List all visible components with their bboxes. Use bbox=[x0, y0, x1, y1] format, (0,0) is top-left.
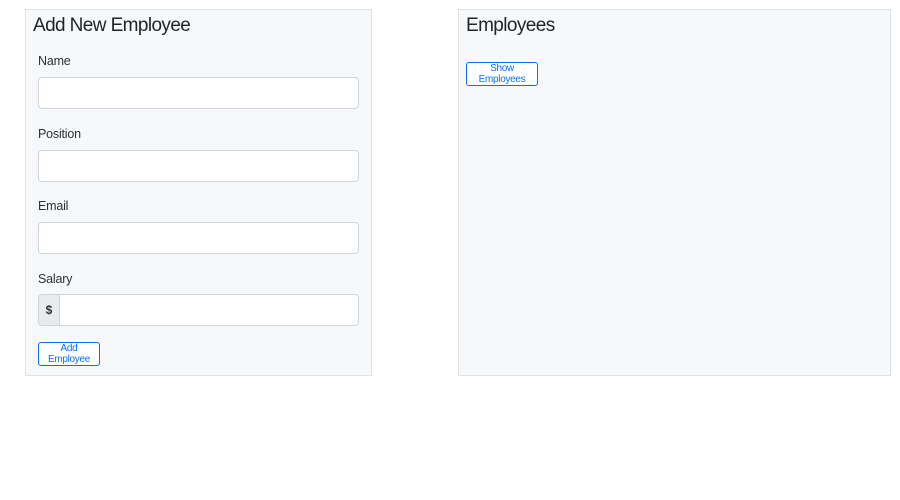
salary-input[interactable] bbox=[59, 294, 359, 326]
position-label: Position bbox=[38, 127, 81, 141]
position-input[interactable] bbox=[38, 150, 359, 182]
name-label: Name bbox=[38, 54, 71, 68]
show-employees-button[interactable]: Show Employees bbox=[466, 62, 538, 86]
email-label: Email bbox=[38, 199, 69, 213]
add-employee-button[interactable]: Add Employee bbox=[38, 342, 100, 366]
currency-prefix: $ bbox=[38, 294, 59, 326]
add-employee-title: Add New Employee bbox=[33, 15, 191, 36]
employees-title: Employees bbox=[466, 15, 555, 36]
name-input[interactable] bbox=[38, 77, 359, 109]
email-input[interactable] bbox=[38, 222, 359, 254]
salary-label: Salary bbox=[38, 272, 73, 286]
add-employee-panel: Add New Employee Name Position Email Sal… bbox=[25, 9, 372, 376]
employees-panel: Employees Show Employees bbox=[458, 9, 891, 376]
salary-input-group: $ bbox=[38, 294, 359, 326]
